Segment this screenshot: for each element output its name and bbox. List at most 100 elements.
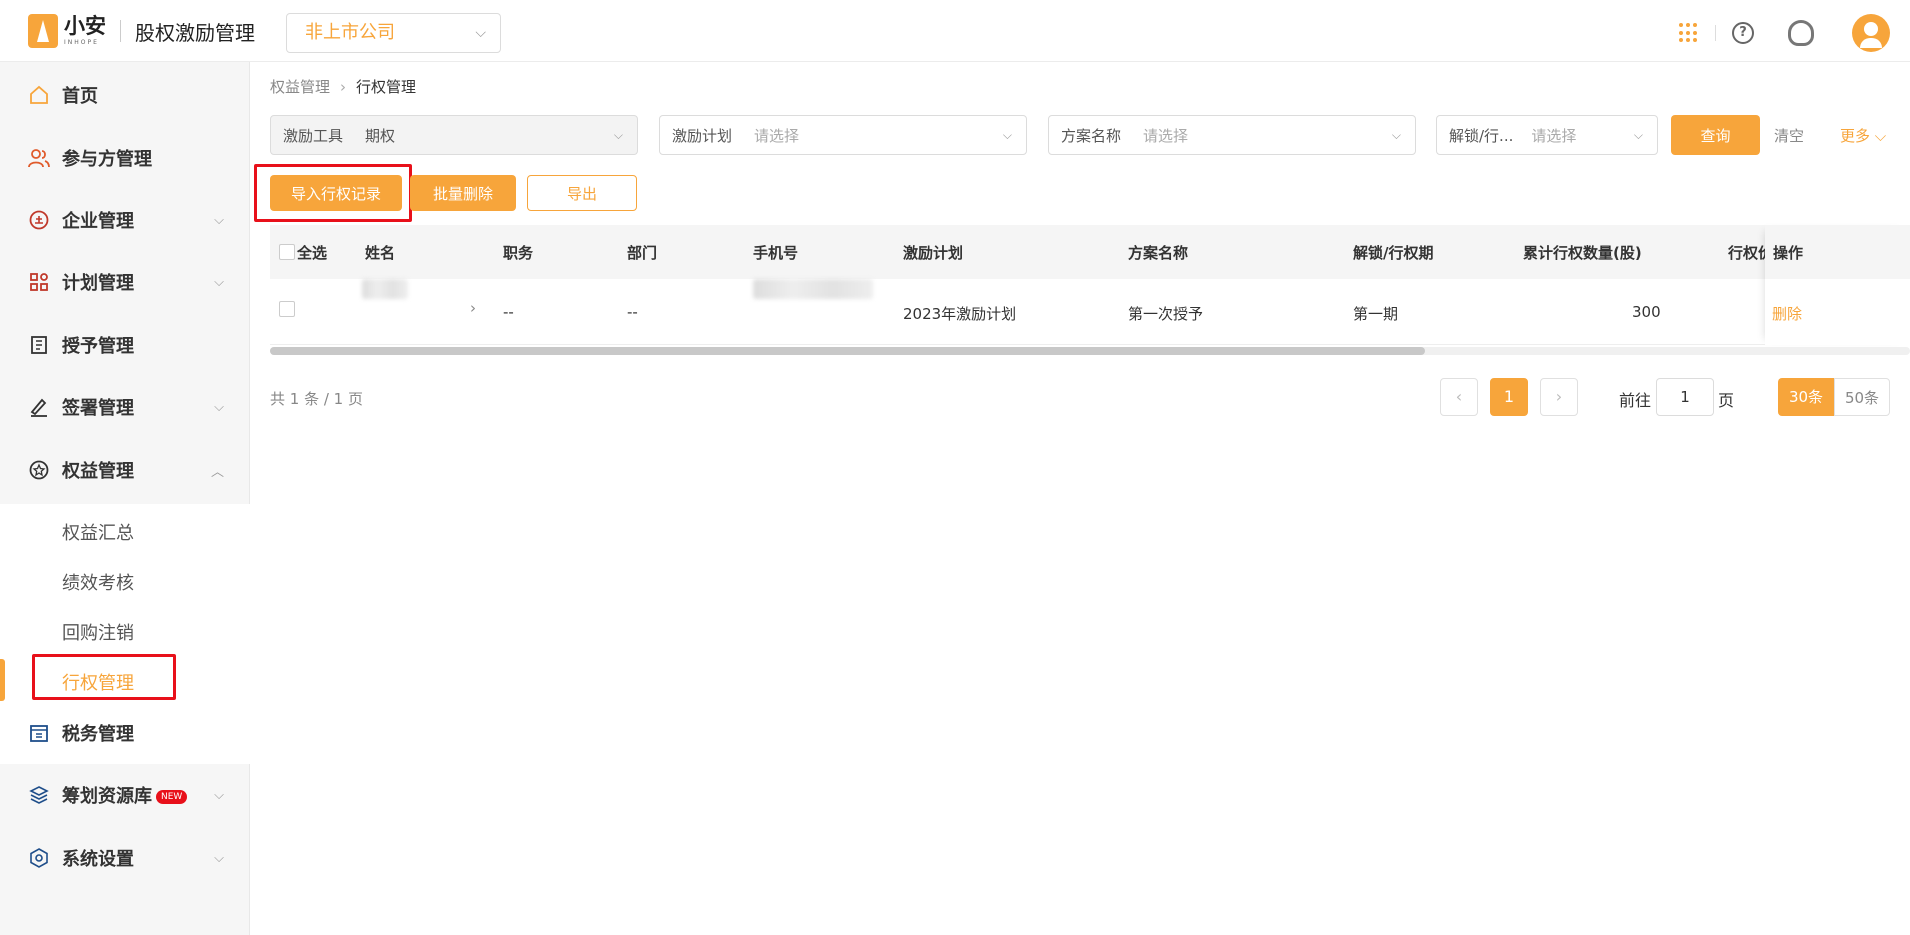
cell-quantity: 300 (1632, 303, 1661, 321)
submenu-item-label: 绩效考核 (62, 573, 134, 594)
submenu-item-label: 行权管理 (62, 673, 134, 694)
sidebar: 首页 参与方管理 企业管理 ⌵ 计划管理 ⌵ 授予管理 签署管理 ⌵ 权益管理 … (0, 62, 250, 935)
page-size-50[interactable]: 50条 (1834, 378, 1890, 416)
submenu-item-summary[interactable]: 权益汇总 (0, 505, 250, 555)
filter-placeholder: 请选择 (754, 126, 800, 145)
chevron-down-icon: ⌵ (214, 274, 224, 290)
sidebar-item-label: 授予管理 (62, 336, 134, 357)
chevron-down-icon: ⌵ (1002, 127, 1012, 142)
delete-link[interactable]: 删除 (1772, 303, 1802, 324)
cell-scheme: 第一次授予 (1128, 305, 1204, 323)
chevron-up-icon: ︿ (210, 464, 224, 480)
submenu-item-exercise[interactable]: 行权管理 (0, 655, 250, 705)
equity-icon (28, 459, 50, 481)
chevron-down-icon: ⌵ (214, 850, 224, 866)
column-header: 姓名 (365, 244, 396, 262)
sidebar-item-plan[interactable]: 计划管理 ⌵ (0, 257, 250, 307)
phone-redacted (753, 279, 873, 299)
chevron-down-icon: ⌵ (1633, 127, 1643, 142)
period-select[interactable]: 解锁/行... 请选择 ⌵ (1436, 115, 1658, 155)
users-icon (28, 147, 50, 169)
sidebar-item-label: 筹划资源库 NEW (62, 782, 188, 808)
incentive-tool-select[interactable]: 激励工具 期权 ⌵ (270, 115, 638, 155)
total-count: 共 1 条 / 1 页 (270, 390, 363, 408)
sidebar-item-resources[interactable]: 筹划资源库 NEW ⌵ (0, 770, 250, 820)
column-header: 激励计划 (903, 244, 964, 262)
table-row[interactable]: › -- -- 2023年激励计划 第一次授予 第一期 300 (270, 279, 1910, 345)
table-header: 全选 姓名 职务 部门 手机号 激励计划 方案名称 解锁/行权期 累计行权数量(… (270, 225, 1910, 279)
row-checkbox[interactable] (279, 301, 295, 317)
sidebar-item-grant[interactable]: 授予管理 (0, 320, 250, 370)
sidebar-item-sign[interactable]: 签署管理 ⌵ (0, 382, 250, 432)
column-header: 部门 (627, 244, 658, 262)
cell-position: -- (503, 303, 514, 321)
column-header: 手机号 (753, 244, 799, 262)
select-all-checkbox[interactable] (279, 244, 295, 260)
name-redacted (362, 279, 408, 299)
filter-label: 解锁/行... (1449, 126, 1514, 145)
sidebar-item-label: 计划管理 (62, 273, 134, 294)
chevron-down-icon: ⌵ (613, 127, 623, 142)
submenu-item-label: 权益汇总 (62, 523, 134, 544)
sidebar-item-settings[interactable]: 系统设置 ⌵ (0, 833, 250, 883)
import-exercise-records-button[interactable]: 导入行权记录 (270, 175, 402, 211)
settings-icon (28, 847, 50, 869)
tax-icon (28, 722, 50, 744)
sidebar-item-equity[interactable]: 权益管理 ︿ (0, 445, 250, 495)
chevron-right-icon[interactable]: › (470, 299, 476, 317)
sidebar-item-participants[interactable]: 参与方管理 (0, 133, 250, 183)
sidebar-item-label: 系统设置 (62, 849, 134, 870)
clear-button[interactable]: 清空 (1774, 125, 1804, 146)
user-avatar-icon[interactable] (1852, 14, 1890, 52)
filter-label: 激励计划 (672, 126, 733, 145)
sidebar-item-tax[interactable]: 税务管理 (0, 708, 250, 758)
breadcrumb-parent[interactable]: 权益管理 (270, 76, 330, 97)
submenu-item-performance[interactable]: 绩效考核 (0, 555, 250, 605)
sidebar-item-label: 参与方管理 (62, 149, 152, 170)
more-button[interactable]: 更多 ⌵ (1840, 125, 1886, 146)
sign-icon (28, 396, 50, 418)
home-icon (28, 84, 50, 106)
chevron-down-icon: ⌵ (1874, 127, 1887, 145)
prev-page-button[interactable]: ‹ (1440, 378, 1478, 416)
submenu-item-buyback[interactable]: 回购注销 (0, 605, 250, 655)
chevron-down-icon: ⌵ (214, 212, 224, 228)
logo[interactable]: 小安 INHOPE 股权激励管理 (28, 14, 255, 48)
sidebar-item-home[interactable]: 首页 (0, 70, 250, 120)
sidebar-item-label: 权益管理 (62, 461, 134, 482)
page-number[interactable]: 1 (1490, 378, 1528, 416)
batch-delete-button[interactable]: 批量删除 (410, 175, 516, 211)
page-size-30[interactable]: 30条 (1778, 378, 1834, 416)
sidebar-item-label: 企业管理 (62, 211, 134, 232)
incentive-plan-select[interactable]: 激励计划 请选择 ⌵ (659, 115, 1027, 155)
sidebar-item-label: 签署管理 (62, 398, 134, 419)
help-icon[interactable]: ? (1732, 22, 1754, 44)
column-header: 操作 (1773, 244, 1804, 262)
company-icon (28, 209, 50, 231)
grant-icon (28, 334, 50, 356)
horizontal-scrollbar[interactable] (270, 347, 1425, 355)
cell-period: 第一期 (1353, 305, 1399, 323)
chevron-right-icon: › (340, 77, 347, 96)
plan-icon (28, 271, 50, 293)
query-button[interactable]: 查询 (1671, 115, 1760, 155)
column-header: 解锁/行权期 (1353, 244, 1434, 262)
new-badge: NEW (156, 790, 188, 804)
goto-page-input[interactable]: 1 (1656, 378, 1714, 416)
customer-service-icon[interactable] (1788, 20, 1814, 46)
brand-sub: INHOPE (64, 39, 99, 46)
column-header: 职务 (503, 244, 534, 262)
goto-suffix: 页 (1718, 391, 1735, 410)
company-select[interactable]: 非上市公司 ⌵ (286, 13, 501, 53)
scheme-name-select[interactable]: 方案名称 请选择 ⌵ (1048, 115, 1416, 155)
apps-grid-icon[interactable] (1679, 23, 1699, 43)
column-header: 累计行权数量(股) (1523, 244, 1642, 262)
logo-icon (28, 14, 58, 48)
top-bar: 小安 INHOPE 股权激励管理 非上市公司 ⌵ ? (0, 0, 1910, 62)
layers-icon (28, 784, 50, 806)
next-page-button[interactable]: › (1540, 378, 1578, 416)
brand-name: 小安 (64, 14, 106, 38)
chevron-down-icon: ⌵ (214, 399, 224, 415)
export-button[interactable]: 导出 (527, 175, 637, 211)
sidebar-item-company[interactable]: 企业管理 ⌵ (0, 195, 250, 245)
